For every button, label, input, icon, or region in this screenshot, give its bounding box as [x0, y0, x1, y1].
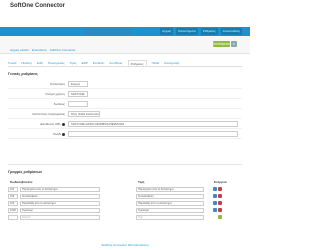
row-label-input[interactable]: Ετικέτα — [20, 215, 100, 220]
breadcrumb-extensions[interactable]: Επεκτάσεις — [32, 48, 47, 52]
help-icon[interactable] — [62, 132, 65, 136]
row-label-input[interactable]: Αντικαταβολή — [20, 194, 100, 199]
edit-icon[interactable] — [213, 187, 217, 191]
form-row-url: Διεύθυνση URL SOFTONE.OASIS.GR:8080/S1SE… — [8, 120, 242, 129]
header-label: Ετικέτα — [22, 180, 33, 184]
row-value-input[interactable]: Αντικαταβολή — [136, 194, 204, 199]
row-code-input[interactable]: 102 — [8, 194, 18, 199]
field-label: Κωδικός — [53, 102, 65, 106]
row-code-input[interactable]: 103 — [8, 201, 18, 206]
breadcrumb: Αρχική σελίδα Επεκτάσεις SoftOne Connect… — [10, 48, 76, 52]
row-label-input[interactable]: Παραλαβή από το κατάστημα — [20, 201, 100, 206]
top-menu-item[interactable]: Ρυθμίσεις — [200, 28, 218, 35]
tab-erp[interactable]: ERP — [82, 60, 88, 66]
page-title: SoftOne Connector — [10, 3, 65, 9]
delete-icon[interactable] — [218, 187, 222, 191]
status-select[interactable]: Ενεργό — [68, 81, 88, 87]
save-button[interactable]: Αποθήκευση — [213, 41, 231, 47]
edit-icon[interactable] — [213, 208, 217, 212]
order-status-select[interactable]: Όλες (Κάθε Κατάσταση) — [68, 111, 100, 117]
password-field[interactable] — [68, 101, 88, 107]
close-icon: ✕ — [232, 42, 236, 46]
row-value-input[interactable]: Παραλαβή από το κατάστημα — [136, 201, 204, 206]
table-row: 102 Αντικαταβολή Αντικαταβολή — [8, 194, 242, 200]
field-label: Κατάσταση παραγγελίας — [32, 112, 65, 116]
section-title-general: Γενικές ρυθμίσεις — [8, 72, 38, 76]
row-value-input[interactable]: Τιμολόγιο — [136, 208, 204, 213]
username-field[interactable]: SOFTONE — [68, 91, 88, 97]
row-code-input[interactable]: 1000 — [8, 208, 18, 213]
tab-connection[interactable]: Σύνδεση — [93, 60, 105, 66]
key-field[interactable] — [68, 131, 238, 137]
tab-bar: Γενικά Πελάτες Είδη Παραγγελίες Τιμές ER… — [8, 60, 242, 67]
row-code-input[interactable]: 101 — [8, 187, 18, 192]
tab-fields[interactable]: Πεδία — [152, 60, 160, 66]
cancel-button[interactable]: ✕ — [231, 41, 237, 47]
top-menu: Αρχική Καταστήματα Ρυθμίσεις Αποσύνδεση — [160, 28, 242, 35]
lines-table-header: Κωδικός Ετικέτα Τιμή Ενέργεια — [8, 180, 242, 185]
tab-general[interactable]: Γενικά — [8, 60, 16, 66]
tab-orders[interactable]: Παραγγελίες — [48, 60, 65, 66]
row-value-input[interactable]: Παραγγελία από το Κατάστημα — [136, 187, 204, 192]
table-row: 103 Παραλαβή από το κατάστημα Παραλαβή α… — [8, 201, 242, 207]
header-code: Κωδικός — [10, 180, 23, 184]
form-row-password: Κωδικός — [8, 100, 242, 109]
edit-icon[interactable] — [213, 194, 217, 198]
table-row: 101 Παραγγελία από το Κατάστημα Παραγγελ… — [8, 187, 242, 193]
field-label: Διεύθυνση URL — [40, 122, 65, 126]
header-value: Τιμή — [138, 180, 145, 184]
app-window: Αρχική Καταστήματα Ρυθμίσεις Αποσύνδεση … — [0, 0, 250, 250]
row-code-input[interactable] — [8, 215, 18, 220]
field-label: Κλειδί — [53, 132, 65, 136]
section-divider — [8, 164, 242, 165]
row-value-input[interactable]: Τιμή — [136, 215, 204, 220]
table-row: Ετικέτα Τιμή — [8, 215, 242, 221]
form-row-status: Κατάσταση Ενεργό — [8, 80, 242, 89]
delete-icon[interactable] — [218, 208, 222, 212]
tab-settings[interactable]: Ρυθμίσεις — [127, 60, 147, 66]
tab-products[interactable]: Είδη — [37, 60, 43, 66]
form-row-username: Όνομα χρήστη SOFTONE — [8, 90, 242, 99]
field-label: Κατάσταση — [50, 82, 65, 86]
table-row: 1000 Τιμολόγιο Τιμολόγιο — [8, 208, 242, 214]
url-field[interactable]: SOFTONE.OASIS.GR:8080/S1SERVICES — [68, 121, 238, 127]
tab-prices[interactable]: Τιμές — [70, 60, 77, 66]
delete-icon[interactable] — [218, 201, 222, 205]
tab-log[interactable]: Καταγραφή — [164, 60, 179, 66]
tab-customers[interactable]: Πελάτες — [21, 60, 32, 66]
top-menu-item[interactable]: Αρχική — [160, 28, 174, 35]
row-label-input[interactable]: Παραγγελία από το Κατάστημα — [20, 187, 100, 192]
field-label: Όνομα χρήστη — [45, 92, 65, 96]
delete-icon[interactable] — [218, 194, 222, 198]
form-row-order-status: Κατάσταση παραγγελίας Όλες (Κάθε Κατάστα… — [8, 110, 242, 119]
store-selector[interactable] — [84, 28, 132, 35]
admin-top-bar: Αρχική Καταστήματα Ρυθμίσεις Αποσύνδεση — [0, 27, 250, 36]
help-icon[interactable] — [62, 122, 65, 126]
edit-icon[interactable] — [213, 201, 217, 205]
tab-warehouses[interactable]: Αποθήκες — [109, 60, 122, 66]
breadcrumb-home[interactable]: Αρχική σελίδα — [10, 48, 29, 52]
logout-link[interactable]: Αποσύνδεση — [220, 28, 242, 35]
form-row-key: Κλειδί — [8, 130, 242, 139]
header-action: Ενέργεια — [214, 180, 227, 184]
section-title-lines: Γραμμές ρυθμίσεων — [8, 170, 43, 174]
add-row-icon[interactable] — [218, 215, 222, 219]
footer-text[interactable]: SoftOne Connector 2014 Επέκταση — [0, 243, 250, 247]
top-menu-item[interactable]: Καταστήματα — [176, 28, 198, 35]
breadcrumb-current[interactable]: SoftOne Connector — [50, 48, 76, 52]
row-label-input[interactable]: Τιμολόγιο — [20, 208, 100, 213]
